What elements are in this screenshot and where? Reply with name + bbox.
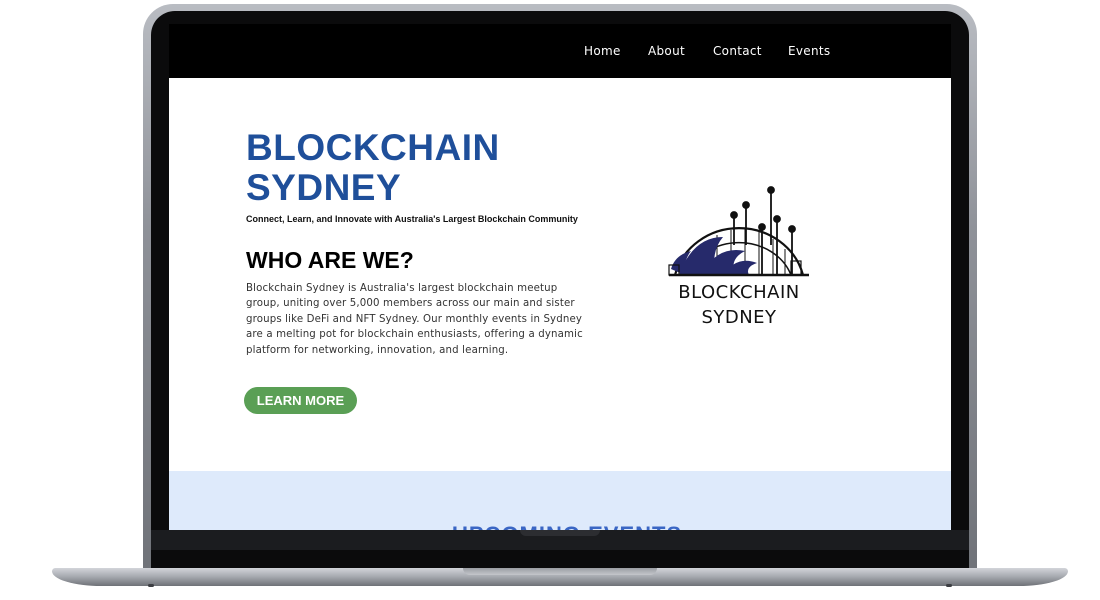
- laptop-foot: [148, 584, 154, 587]
- hero-tagline: Connect, Learn, and Innovate with Austra…: [246, 214, 578, 224]
- nav-about-link[interactable]: About: [648, 44, 685, 58]
- learn-more-button[interactable]: LEARN MORE: [244, 387, 357, 414]
- upcoming-events-section: UPCOMING EVENTS: [169, 471, 951, 530]
- laptop-mockup: Home About Contact Events BLOCKCHAIN SYD…: [0, 0, 1100, 600]
- top-navbar: Home About Contact Events: [169, 24, 951, 78]
- logo-text-line1: BLOCKCHAIN: [678, 282, 800, 303]
- nav-home-link[interactable]: Home: [584, 44, 621, 58]
- page-title: BLOCKCHAIN SYDNEY: [246, 127, 500, 208]
- upcoming-events-heading: UPCOMING EVENTS: [452, 522, 682, 530]
- hero-section: BLOCKCHAIN SYDNEY Connect, Learn, and In…: [169, 78, 951, 471]
- browser-viewport: Home About Contact Events BLOCKCHAIN SYD…: [169, 24, 951, 530]
- harbour-bridge-opera-house-icon: [668, 186, 809, 277]
- nav-contact-link[interactable]: Contact: [713, 44, 762, 58]
- laptop-opening-notch: [463, 568, 657, 575]
- logo-text-line2: SYDNEY: [701, 307, 777, 328]
- blockchain-sydney-logo: BLOCKCHAIN SYDNEY: [665, 185, 813, 340]
- nav-events-link[interactable]: Events: [788, 44, 830, 58]
- laptop-foot: [946, 584, 952, 587]
- about-heading: WHO ARE WE?: [246, 247, 414, 273]
- about-description: Blockchain Sydney is Australia's largest…: [246, 283, 583, 356]
- laptop-hinge: [520, 530, 600, 536]
